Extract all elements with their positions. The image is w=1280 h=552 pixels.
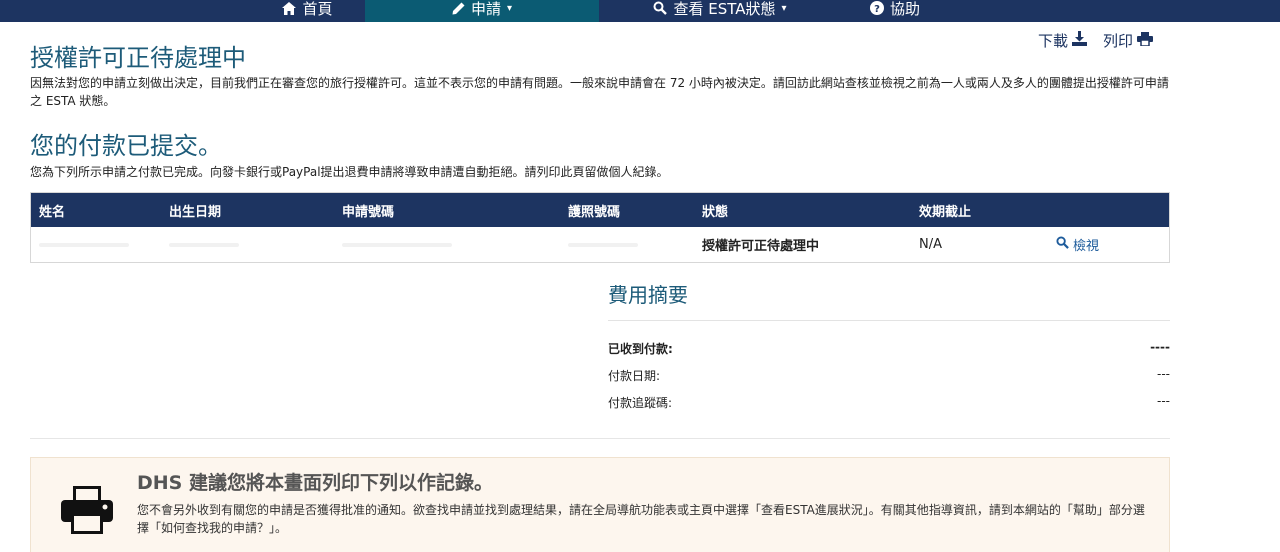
edit-icon xyxy=(452,2,465,15)
payment-description: 您為下列所示申請之付款已完成。向發卡銀行或PayPal提出退費申請將導致申請遭自… xyxy=(30,165,669,179)
redacted-application-number xyxy=(342,227,452,262)
top-navigation: 首頁 申請 ▾ 查看 ESTA狀態 ▾ ? 協助 xyxy=(0,0,1280,22)
help-icon: ? xyxy=(869,1,884,15)
row-expiry: N/A xyxy=(919,237,942,252)
print-label: 列印 xyxy=(1103,32,1134,50)
print-notice: DHS 建議您將本畫面列印下列以作記錄。 您不會另外收到有關您的申請是否獲得批准… xyxy=(30,457,1170,552)
nav-apply[interactable]: 申請 ▾ xyxy=(365,0,599,22)
pending-title: 授權許可正待處理中 xyxy=(30,44,246,72)
nav-apply-label: 申請 xyxy=(470,0,501,18)
download-icon xyxy=(1072,31,1088,50)
nav-home[interactable]: 首頁 xyxy=(250,0,365,22)
header-dob: 出生日期 xyxy=(169,204,222,220)
header-passport-number: 護照號碼 xyxy=(568,204,621,220)
fee-summary-title: 費用摘要 xyxy=(608,283,688,307)
pending-description: 因無法對您的申請立刻做出決定，目前我們正在審查您的旅行授權許可。這並不表示您的申… xyxy=(30,76,1169,108)
chevron-down-icon: ▾ xyxy=(781,2,787,14)
view-application-link[interactable]: 檢視 xyxy=(1056,227,1099,262)
fee-label: 已收到付款: xyxy=(608,342,673,356)
section-divider xyxy=(30,438,1170,439)
download-button[interactable]: 下載 xyxy=(1038,30,1088,51)
notice-body: 您不會另外收到有關您的申請是否獲得批准的通知。欲查找申請並找到處理結果，請在全局… xyxy=(137,503,1145,535)
row-status: 授權許可正待處理中 xyxy=(702,239,820,254)
svg-text:?: ? xyxy=(874,4,880,15)
header-name: 姓名 xyxy=(39,204,66,220)
fee-label: 付款追蹤碼: xyxy=(608,396,673,410)
table-row: 授權許可正待處理中 N/A 檢視 xyxy=(31,227,1169,262)
redacted-name xyxy=(39,227,129,262)
fee-value: --- xyxy=(1157,394,1170,408)
view-label: 檢視 xyxy=(1073,239,1100,254)
page-tools: 下載 列印 xyxy=(1038,30,1154,51)
nav-help-label: 協助 xyxy=(889,0,920,18)
notice-title: DHS 建議您將本畫面列印下列以作記錄。 xyxy=(137,472,493,494)
fee-row-payment-received: 已收到付款: ---- xyxy=(608,340,1170,357)
search-icon xyxy=(653,1,668,15)
table-header: 姓名 出生日期 申請號碼 護照號碼 狀態 效期截止 xyxy=(31,193,1169,227)
redacted-dob xyxy=(169,227,239,262)
fee-value: ---- xyxy=(1150,340,1170,354)
redacted-passport-number xyxy=(568,227,638,262)
fee-label: 付款日期: xyxy=(608,369,661,383)
fee-row-tracking-code: 付款追蹤碼: --- xyxy=(608,394,1170,411)
home-icon xyxy=(282,1,297,15)
header-status: 狀態 xyxy=(702,204,729,220)
nav-check-status[interactable]: 查看 ESTA狀態 ▾ xyxy=(640,0,800,22)
chevron-down-icon: ▾ xyxy=(506,2,513,14)
search-icon xyxy=(1056,236,1069,253)
fee-row-payment-date: 付款日期: --- xyxy=(608,367,1170,384)
nav-help[interactable]: ? 協助 xyxy=(855,0,935,22)
nav-check-status-label: 查看 ESTA狀態 xyxy=(673,0,776,18)
header-application-number: 申請號碼 xyxy=(342,204,395,220)
header-expiry: 效期截止 xyxy=(919,204,972,220)
printer-icon xyxy=(61,486,113,538)
payment-title: 您的付款已提交。 xyxy=(30,132,222,160)
print-icon xyxy=(1137,31,1154,50)
nav-home-label: 首頁 xyxy=(302,0,333,18)
download-label: 下載 xyxy=(1038,32,1069,50)
fee-summary-divider xyxy=(608,320,1170,321)
fee-value: --- xyxy=(1157,367,1170,381)
applications-table: 姓名 出生日期 申請號碼 護照號碼 狀態 效期截止 授權許可正待處理中 N/A … xyxy=(30,192,1170,263)
print-button[interactable]: 列印 xyxy=(1103,30,1154,51)
